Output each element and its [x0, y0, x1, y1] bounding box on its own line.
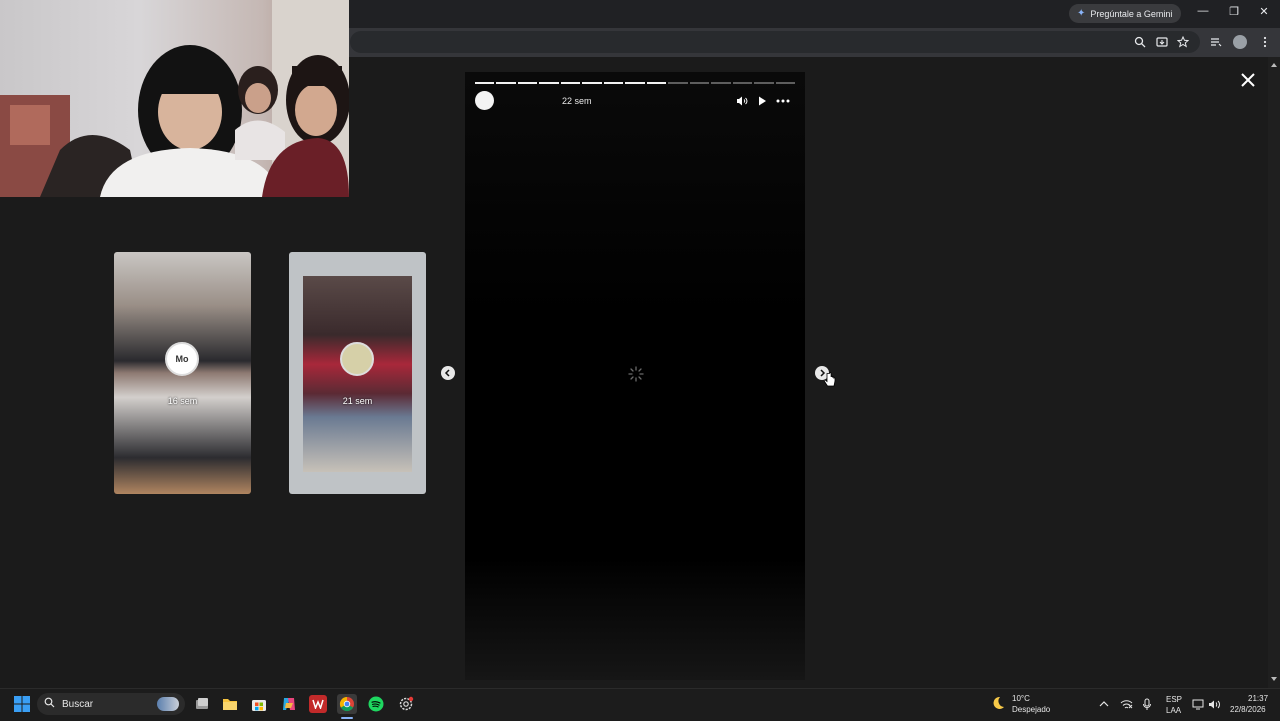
progress-segment — [775, 82, 796, 84]
restore-button[interactable]: ❐ — [1225, 5, 1243, 18]
play-icon[interactable] — [756, 94, 770, 108]
search-icon — [44, 695, 55, 713]
loading-spinner-icon — [626, 364, 646, 384]
close-story-viewer-button[interactable] — [1238, 70, 1258, 90]
close-window-button[interactable]: ✕ — [1255, 5, 1273, 18]
install-app-icon[interactable] — [1154, 34, 1170, 50]
windows-start-icon[interactable] — [13, 695, 31, 713]
story-time-label: 21 sem — [342, 396, 373, 406]
microphone-icon[interactable] — [1140, 697, 1154, 711]
active-app-indicator — [341, 717, 353, 719]
story-owner-avatar — [340, 342, 374, 376]
wps-office-icon[interactable] — [309, 695, 327, 713]
clock-time[interactable]: 21:37 — [1248, 694, 1268, 703]
progress-segment — [689, 82, 710, 84]
progress-segment — [496, 82, 516, 84]
story-owner-avatar[interactable] — [475, 91, 494, 110]
webcam-overlay — [0, 0, 349, 197]
page-scrollbar[interactable] — [1268, 57, 1280, 688]
display-icon[interactable] — [1191, 697, 1205, 711]
microsoft-store-icon[interactable] — [250, 695, 268, 713]
progress-segment — [754, 82, 774, 84]
previous-story-button[interactable] — [441, 366, 455, 380]
progress-segment — [560, 82, 581, 84]
story-progress-bar — [475, 82, 796, 84]
story-owner-avatar: Mo — [165, 342, 199, 376]
input-language-line2[interactable]: LAA — [1166, 706, 1181, 715]
more-options-icon[interactable] — [776, 94, 792, 108]
mute-icon[interactable] — [736, 94, 750, 108]
weather-condition: Despejado — [1012, 705, 1051, 714]
progress-segment — [582, 82, 602, 84]
ask-gemini-button[interactable]: ✦ Pregúntale a Gemini — [1069, 4, 1182, 23]
ask-gemini-label: Pregúntale a Gemini — [1090, 8, 1173, 19]
clock-date[interactable]: 22/8/2026 — [1230, 705, 1266, 714]
windows-taskbar — [0, 688, 1280, 721]
address-bar[interactable] — [350, 31, 1200, 53]
progress-segment — [539, 82, 559, 84]
story-time-label: 22 sem — [562, 96, 592, 106]
show-hidden-icons-icon[interactable] — [1097, 697, 1111, 711]
gemini-sparkle-icon: ✦ — [1077, 8, 1086, 19]
minimize-button[interactable]: — — [1194, 5, 1212, 17]
chrome-icon[interactable] — [337, 694, 357, 714]
bookmark-star-icon[interactable] — [1175, 34, 1191, 50]
previous-story-thumbnail-2[interactable]: 21 sem — [289, 252, 426, 494]
settings-app-icon[interactable] — [397, 695, 415, 713]
weather-temperature: 10°C — [1012, 694, 1030, 703]
story-time-label: 16 sem — [167, 396, 198, 406]
input-language-line1[interactable]: ESP — [1166, 695, 1182, 704]
network-status-icon[interactable] — [1119, 697, 1133, 711]
copilot-icon[interactable] — [280, 695, 298, 713]
volume-icon[interactable] — [1207, 697, 1221, 711]
spotify-icon[interactable] — [367, 695, 385, 713]
file-explorer-icon[interactable] — [221, 695, 239, 713]
task-view-icon[interactable] — [193, 695, 211, 713]
weather-moon-icon[interactable] — [990, 695, 1006, 711]
progress-segment — [625, 82, 645, 84]
progress-segment — [646, 82, 667, 84]
progress-segment — [603, 82, 624, 84]
search-placeholder: Buscar — [62, 699, 94, 710]
taskbar-search-box[interactable] — [37, 693, 185, 715]
reading-list-icon[interactable] — [1208, 34, 1224, 50]
progress-segment — [711, 82, 731, 84]
menu-icon[interactable] — [1257, 34, 1273, 50]
progress-segment — [475, 82, 495, 84]
zoom-icon[interactable] — [1132, 34, 1148, 50]
search-highlight-icon — [157, 697, 179, 711]
hand-cursor-icon — [823, 372, 836, 393]
progress-segment — [668, 82, 688, 84]
progress-segment — [517, 82, 538, 84]
profile-icon[interactable] — [1232, 34, 1248, 50]
previous-story-thumbnail-1[interactable]: Mo 16 sem — [114, 252, 251, 494]
progress-segment — [732, 82, 753, 84]
